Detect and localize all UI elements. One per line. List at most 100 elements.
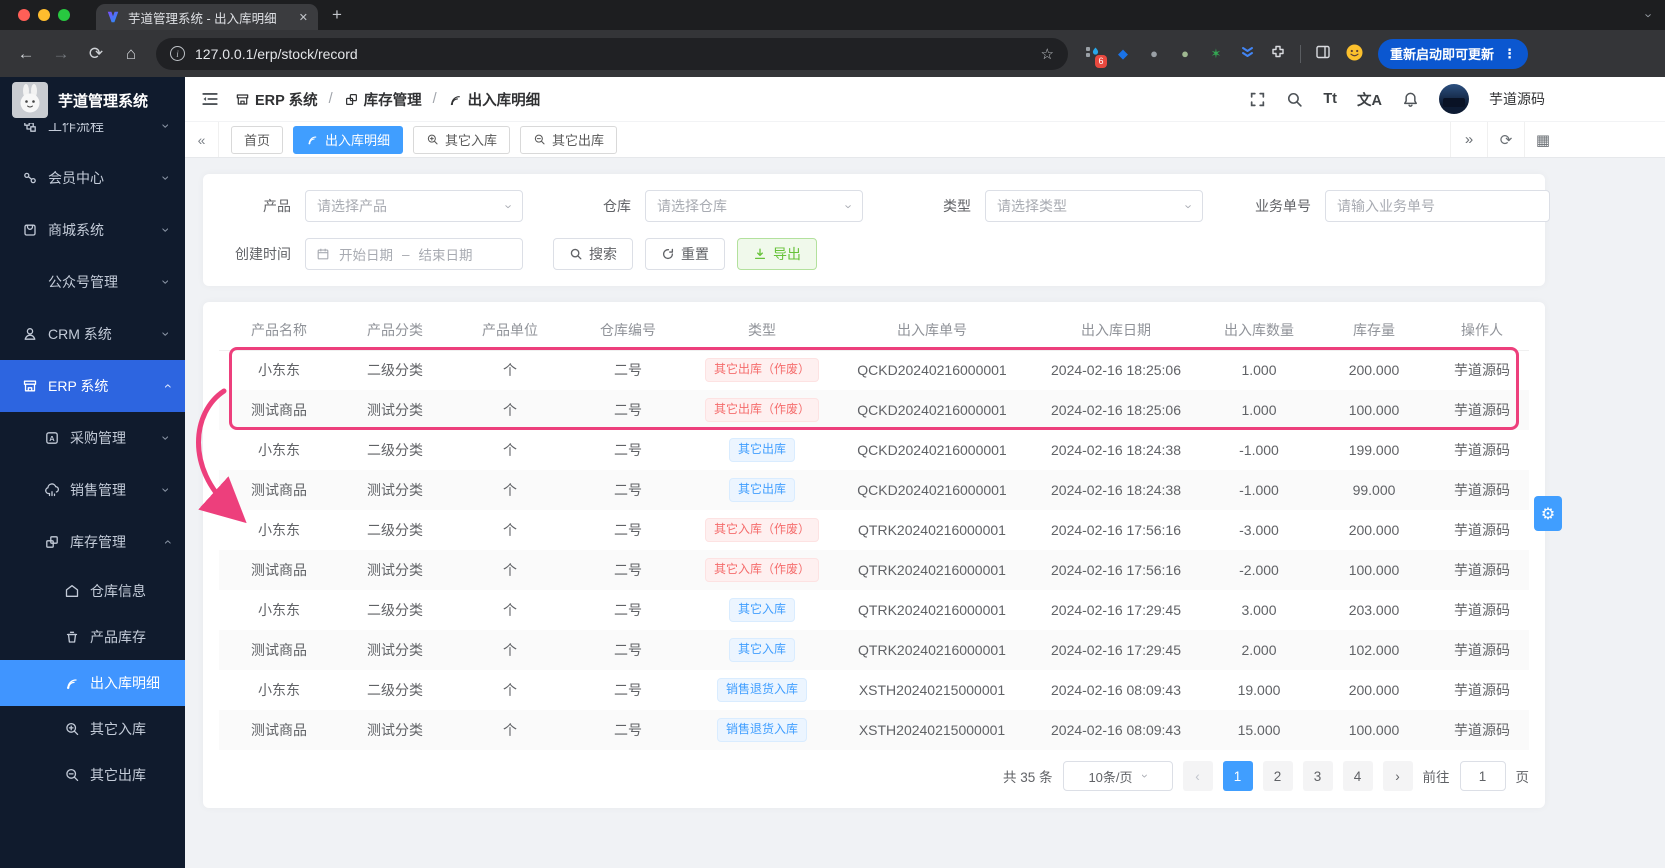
next-page-button[interactable]: › xyxy=(1382,761,1413,791)
sidebar-item-member-center[interactable]: 会员中心 › xyxy=(0,152,185,204)
chevron-down-icon: › xyxy=(841,203,857,209)
table-row[interactable]: 测试商品 测试分类 个 二号 其它出库（作废） QCKD20240216000001 202… xyxy=(219,390,1529,430)
sidebar-item-other-in[interactable]: 其它入库 xyxy=(0,706,185,752)
tab-close-icon[interactable]: ✕ xyxy=(299,11,308,24)
type-badge: 其它出库 xyxy=(728,478,795,502)
page-button-1[interactable]: 1 xyxy=(1222,761,1253,791)
table-row[interactable]: 测试商品 测试分类 个 二号 销售退货入库 XSTH20240215000001 2024-… xyxy=(219,710,1529,750)
sidebar-item-other-out[interactable]: 其它出库 xyxy=(0,752,185,798)
date-range-picker[interactable]: 开始日期 – 结束日期 xyxy=(305,238,523,270)
tab-other-in[interactable]: 其它入库 xyxy=(413,125,511,154)
font-size-icon[interactable]: Tt xyxy=(1323,91,1337,107)
address-bar[interactable]: i 127.0.0.1/erp/stock/record ☆ xyxy=(156,37,1068,70)
reload-icon[interactable]: ⟳ xyxy=(86,44,106,64)
window-close-button[interactable] xyxy=(18,9,30,21)
type-select[interactable]: 请选择类型 › xyxy=(985,190,1203,222)
filter-row-1: 产品 请选择产品 › 仓库 请选择仓库 › 类型 请选择类型 › 业务单号 请输… xyxy=(223,190,1550,222)
tab-stock-record[interactable]: 出入库明细 xyxy=(293,125,404,154)
tab-search-icon[interactable]: › xyxy=(1641,13,1656,17)
sidebar-item-warehouse-info[interactable]: 仓库信息 xyxy=(0,568,185,614)
chevron-down-icon: › xyxy=(1137,774,1152,778)
sidebar-item-mall-system[interactable]: 商城系统 › xyxy=(0,204,185,256)
tab-refresh-icon[interactable]: ⟳ xyxy=(1487,122,1524,157)
table-row[interactable]: 小东东 二级分类 个 二号 其它出库（作废） QCKD20240216000001 2024… xyxy=(219,350,1529,390)
export-button[interactable]: 导出 xyxy=(737,238,817,270)
browser-menu-dots-icon[interactable]: ⋮ xyxy=(1503,46,1516,62)
type-badge: 其它入库 xyxy=(728,638,795,662)
side-panel-icon[interactable] xyxy=(1314,44,1332,63)
sidebar-item-crm-system[interactable]: CRM 系统 › xyxy=(0,308,185,360)
back-icon[interactable]: ← xyxy=(16,44,36,64)
sidebar-item-sales[interactable]: 销售管理 › xyxy=(0,464,185,516)
sidebar-item-erp-system[interactable]: ERP 系统 › xyxy=(0,360,185,412)
page-button-4[interactable]: 4 xyxy=(1342,761,1373,791)
tab-layout-grid-icon[interactable]: ▦ xyxy=(1524,122,1561,157)
stock-cell: 100.000 xyxy=(1348,562,1400,578)
bookmark-star-icon[interactable]: ☆ xyxy=(1041,45,1054,63)
header-actions: Tt 文A 芋道源码 xyxy=(1249,84,1545,114)
table-row[interactable]: 小东东 二级分类 个 二号 其它入库 QTRK20240216000001 2024-02-… xyxy=(219,590,1529,630)
sidebar-item-stock-record[interactable]: 出入库明细 xyxy=(0,660,185,706)
page-size-select[interactable]: 10条/页 › xyxy=(1062,761,1173,791)
sidebar-item-mp-admin[interactable]: 公众号管理 › xyxy=(0,256,185,308)
page-button-2[interactable]: 2 xyxy=(1262,761,1293,791)
forward-icon[interactable]: → xyxy=(51,44,71,64)
fullscreen-icon[interactable] xyxy=(1249,91,1266,108)
new-tab-button[interactable]: + xyxy=(332,5,342,25)
breadcrumb-label: ERP 系统 xyxy=(255,92,318,109)
stock-cell: 200.000 xyxy=(1348,682,1400,698)
table-panel: 产品名称 产品分类 产品单位 仓库编号 类型 出入库单号 出入库日期 出入库数量 库存量 操作人 … xyxy=(203,302,1545,808)
sidebar-item-product-stock[interactable]: 产品库存 xyxy=(0,614,185,660)
table-row[interactable]: 小东东 二级分类 个 二号 其它出库 QCKD20240216000001 2024-02-… xyxy=(219,430,1529,470)
favicon xyxy=(106,10,120,24)
tabs-scroll-left-icon[interactable]: « xyxy=(185,122,219,157)
table-row[interactable]: 小东东 二级分类 个 二号 销售退货入库 XSTH20240215000001 2024-0… xyxy=(219,670,1529,710)
window-minimize-button[interactable] xyxy=(38,9,50,21)
tab-home[interactable]: 首页 xyxy=(231,125,284,154)
page-button-3[interactable]: 3 xyxy=(1302,761,1333,791)
warehouse-select[interactable]: 请选择仓库 › xyxy=(645,190,863,222)
table-row[interactable]: 测试商品 测试分类 个 二号 其它入库（作废） QTRK20240216000001 202… xyxy=(219,550,1529,590)
browser-tab[interactable]: 芋道管理系统 - 出入库明细 ✕ xyxy=(96,4,318,30)
table-row[interactable]: 测试商品 测试分类 个 二号 其它入库 QTRK20240216000001 2024-02… xyxy=(219,630,1529,670)
locale-icon[interactable]: 文A xyxy=(1357,89,1382,110)
product-name-cell: 测试商品 xyxy=(251,562,307,578)
gray-circle-extension-icon[interactable]: ● xyxy=(1145,46,1163,61)
app-logo[interactable]: 芋道管理系统 xyxy=(0,77,185,123)
user-avatar[interactable] xyxy=(1439,84,1469,114)
breadcrumb-item[interactable]: ERP 系统 xyxy=(235,89,318,110)
profile-emoji-icon[interactable] xyxy=(1345,44,1363,64)
search-icon[interactable] xyxy=(1286,91,1303,108)
username[interactable]: 芋道源码 xyxy=(1489,89,1545,109)
double-chevron-extension-icon[interactable] xyxy=(1238,45,1256,63)
product-name-cell: 测试商品 xyxy=(251,402,307,418)
notification-bell-icon[interactable] xyxy=(1402,91,1419,108)
sidebar-item-stock[interactable]: 库存管理 › xyxy=(0,516,185,568)
breadcrumb-item[interactable]: 库存管理 xyxy=(344,89,422,110)
window-zoom-button[interactable] xyxy=(58,9,70,21)
gem-extension-icon[interactable]: ◆ xyxy=(1114,46,1132,62)
search-button[interactable]: 搜索 xyxy=(553,238,633,270)
table-row[interactable]: 测试商品 测试分类 个 二号 其它出库 QCKD20240216000001 2024-02… xyxy=(219,470,1529,510)
menu-collapse-icon[interactable] xyxy=(201,90,219,108)
green-circle-extension-icon[interactable]: ● xyxy=(1176,46,1194,61)
sidebar-item-purchase[interactable]: A 采购管理 › xyxy=(0,412,185,464)
puzzle-extensions-icon[interactable] xyxy=(1269,44,1287,63)
extension-updates-icon[interactable]: 6 xyxy=(1083,45,1107,68)
tab-other-out[interactable]: 其它出库 xyxy=(520,125,618,154)
quantity-cell: 1.000 xyxy=(1241,402,1277,418)
star-extension-icon[interactable]: ✶ xyxy=(1207,46,1225,62)
goto-page-input[interactable] xyxy=(1459,761,1506,791)
warehouse-cell: 二号 xyxy=(614,722,642,738)
site-info-icon[interactable]: i xyxy=(170,46,185,61)
breadcrumb-item[interactable]: 出入库明细 xyxy=(448,89,540,110)
table-row[interactable]: 小东东 二级分类 个 二号 其它入库（作废） QTRK20240216000001 2024… xyxy=(219,510,1529,550)
reset-button[interactable]: 重置 xyxy=(645,238,725,270)
tabs-scroll-right-icon[interactable]: » xyxy=(1450,122,1487,157)
home-icon[interactable]: ⌂ xyxy=(121,44,141,64)
biz-no-input[interactable] xyxy=(1325,190,1550,222)
product-select[interactable]: 请选择产品 › xyxy=(305,190,523,222)
chrome-update-button[interactable]: 重新启动即可更新 ⋮ xyxy=(1378,38,1529,69)
settings-drawer-button[interactable]: ⚙ xyxy=(1534,496,1562,531)
prev-page-button[interactable]: ‹ xyxy=(1182,761,1213,791)
